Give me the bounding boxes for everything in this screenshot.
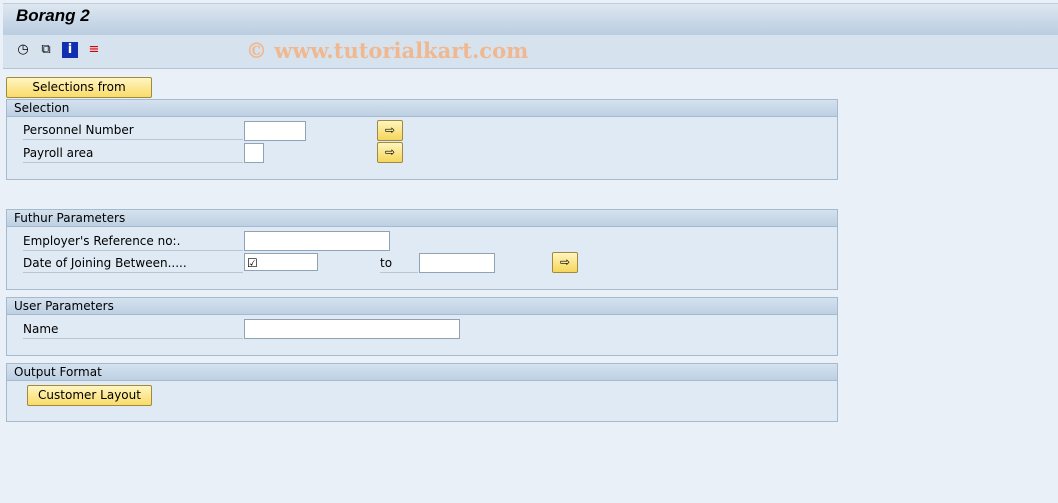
employer-reference-label: Employer's Reference no:.	[23, 232, 243, 251]
date-from-input[interactable]: ☑	[244, 253, 318, 271]
payroll-area-input[interactable]	[244, 143, 264, 163]
execute-clock-icon[interactable]: ◷	[15, 42, 31, 58]
group-header: Selection	[7, 100, 837, 117]
employer-reference-input[interactable]	[244, 231, 390, 251]
personnel-number-label: Personnel Number	[23, 121, 243, 140]
title-bar	[3, 3, 1058, 36]
date-to-input[interactable]	[419, 253, 495, 273]
group-header: User Parameters	[7, 298, 837, 315]
info-icon[interactable]: i	[62, 42, 78, 58]
multiple-selection-arrow-icon[interactable]: ⇨	[552, 252, 578, 273]
customer-layout-button[interactable]: Customer Layout	[27, 385, 152, 406]
to-label: to	[380, 254, 418, 273]
name-input[interactable]	[244, 319, 460, 339]
copy-variant-icon[interactable]: ⧉	[38, 42, 54, 58]
selections-from-button[interactable]: Selections from	[6, 77, 152, 98]
watermark: © www.tutorialkart.com	[246, 38, 529, 63]
toolbar	[3, 35, 1058, 69]
payroll-area-label: Payroll area	[23, 144, 243, 163]
multiple-selection-arrow-icon[interactable]: ⇨	[377, 142, 403, 163]
date-of-joining-label: Date of Joining Between.....	[23, 254, 243, 273]
name-label: Name	[23, 320, 243, 339]
page-title: Borang 2	[16, 6, 90, 25]
layout-icon[interactable]: ≡	[86, 42, 102, 58]
personnel-number-input[interactable]	[244, 121, 306, 141]
multiple-selection-arrow-icon[interactable]: ⇨	[377, 120, 403, 141]
group-header: Output Format	[7, 364, 837, 381]
group-header: Futhur Parameters	[7, 210, 837, 227]
